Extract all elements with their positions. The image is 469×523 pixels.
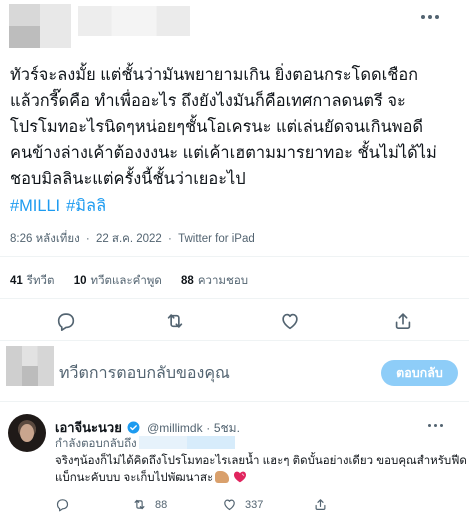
reply-tweet[interactable]: เอาจีนะนวย @millimdk · 5ชม. กำลังตอบกลับ… <box>0 406 469 523</box>
quotes-count: 10 <box>73 275 87 287</box>
likes-label: ความชอบ <box>197 275 249 287</box>
divider <box>0 401 469 402</box>
reply-more-icon[interactable] <box>426 422 446 430</box>
divider <box>0 256 469 257</box>
reply-input[interactable]: ทวีตการตอบกลับของคุณ <box>59 361 230 386</box>
tweet-date[interactable]: 22 ส.ค. 2022 <box>96 233 162 245</box>
tweet-time[interactable]: 8:26 หลังเที่ยง <box>10 233 80 245</box>
tweet-source: Twitter for iPad <box>178 233 255 245</box>
reply-icon[interactable] <box>55 310 77 332</box>
muscle-emoji-icon <box>215 471 230 483</box>
reply-action-bar: 88 337 <box>55 497 455 515</box>
reply-text-line: แบ็กนะคับบบ จะเก็บไปพัฒนาสะ <box>55 472 214 484</box>
heart-emoji-icon <box>232 471 248 483</box>
retweet-icon[interactable] <box>164 310 186 332</box>
reply-text-line: จริงๆน้องก็ไม่ได้คิดถึงโปรโมทอะไรเลยน้ำ … <box>55 455 467 467</box>
likes-stat[interactable]: 88 ความชอบ <box>181 272 248 290</box>
tweet-text-line: คนข้างล่างเค้าต้องงงนะ แต่เค้าเฮตามมารยา… <box>10 144 437 162</box>
reply-retweet-button[interactable]: 88 <box>132 497 167 512</box>
divider <box>0 298 469 299</box>
tweet-text: ทัวร์จะลงมั้ย แต่ชั้นว่ามันพยายามเกิน ยิ… <box>10 62 460 192</box>
quotes-stat[interactable]: 10 ทวีตและคำพูด <box>74 272 162 290</box>
reply-text: จริงๆน้องก็ไม่ได้คิดถึงโปรโมทอะไรเลยน้ำ … <box>55 453 467 487</box>
verified-badge-icon <box>127 421 140 434</box>
replying-to-label: กำลังตอบกลับถึง <box>55 438 137 450</box>
tweet-timestamp: 8:26 หลังเที่ยง · 22 ส.ค. 2022 · Twitter… <box>10 230 258 248</box>
retweets-label: รีทวีต <box>26 275 55 287</box>
hashtag-link[interactable]: #MILLI <box>10 197 60 215</box>
quotes-label: ทวีตและคำพูด <box>90 275 162 287</box>
reply-reply-button[interactable] <box>55 497 78 512</box>
author-name-redacted[interactable] <box>78 6 190 36</box>
replying-to: กำลังตอบกลับถึง <box>55 435 235 453</box>
reply-text-line-2: แบ็กนะคับบบ จะเก็บไปพัฒนาสะ <box>55 470 465 487</box>
reply-like-button[interactable]: 337 <box>222 497 263 512</box>
retweets-count: 41 <box>10 275 23 287</box>
share-icon <box>315 499 326 510</box>
tweet-action-bar <box>0 306 469 338</box>
separator: · <box>168 233 172 245</box>
like-icon <box>224 499 235 511</box>
separator: · <box>206 421 211 435</box>
tweet-text-line: ชอบมิลลินะแต่ครั้งนี้ชั้นว่าเยอะไป <box>10 170 246 188</box>
more-options-icon[interactable] <box>418 10 442 24</box>
separator: · <box>85 233 90 245</box>
reply-retweet-count: 88 <box>155 498 168 511</box>
reply-icon <box>56 499 69 512</box>
reply-share-button[interactable] <box>313 497 336 512</box>
reply-author-handle[interactable]: @millimdk <box>147 421 203 435</box>
tweet-header <box>0 0 469 60</box>
tweet-text-line: ทัวร์จะลงมั้ย แต่ชั้นว่ามันพยายามเกิน ยิ… <box>10 66 419 84</box>
replying-to-handle-redacted[interactable] <box>138 436 235 449</box>
hashtags: #MILLI #มิลลิ <box>10 193 112 219</box>
reply-button[interactable]: ตอบกลับ <box>381 360 458 386</box>
tweet-stats: 41 รีทวีต 10 ทวีตและคำพูด 88 ความชอบ <box>10 272 264 290</box>
share-icon[interactable] <box>392 310 414 332</box>
like-icon[interactable] <box>279 310 301 332</box>
retweets-stat[interactable]: 41 รีทวีต <box>10 272 54 290</box>
reply-time[interactable]: 5ชม. <box>214 421 240 435</box>
tweet-text-line: แล้วกรี๊ดคือ ทำเพื่ออะไร ถึงยังไงมันก็คื… <box>10 92 406 110</box>
reply-like-count: 337 <box>245 498 264 511</box>
author-avatar[interactable] <box>9 4 71 48</box>
reply-author-name[interactable]: เอาจีนะนวย <box>55 420 122 435</box>
reply-author-avatar[interactable] <box>8 414 46 452</box>
tweet-text-line: โปรโมทอะไรนิดๆหน่อยๆชั้นโอเครนะ แต่เล่นย… <box>10 118 424 136</box>
divider <box>0 340 469 341</box>
likes-count: 88 <box>181 275 194 287</box>
user-avatar <box>6 346 54 386</box>
hashtag-link[interactable]: #มิลลิ <box>66 197 106 215</box>
retweet-icon <box>134 499 145 510</box>
